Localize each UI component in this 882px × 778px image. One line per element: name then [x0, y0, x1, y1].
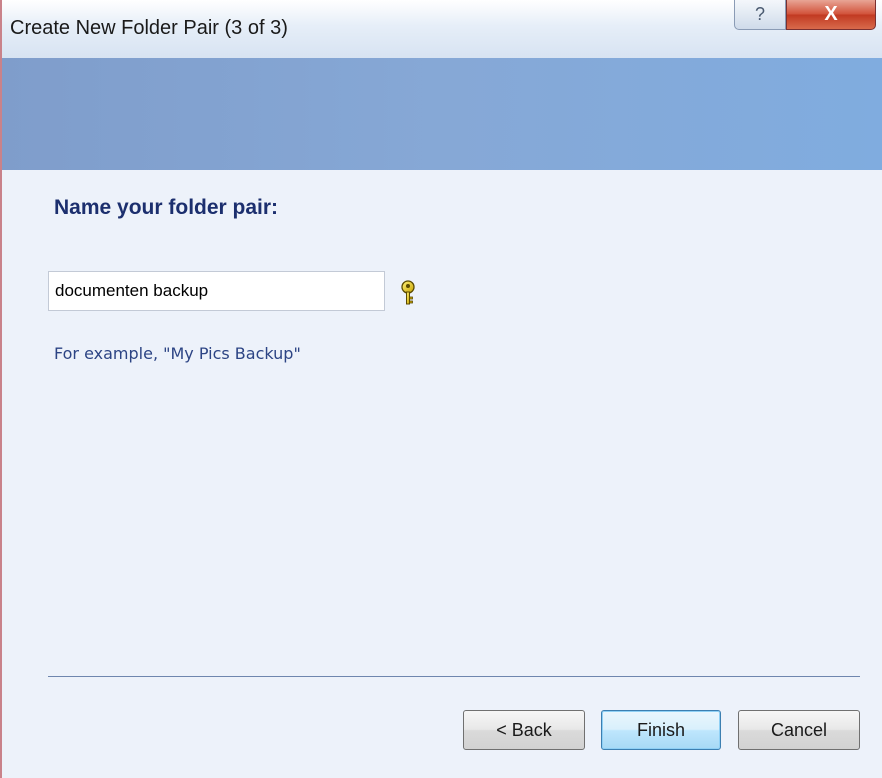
- window-title: Create New Folder Pair (3 of 3): [10, 17, 288, 39]
- dialog-window: Create New Folder Pair (3 of 3) ? X Name…: [0, 0, 882, 778]
- cancel-button[interactable]: Cancel: [738, 710, 860, 750]
- page-heading: Name your folder pair:: [54, 196, 279, 219]
- wizard-content: Name your folder pair: For example, "My …: [2, 170, 882, 778]
- help-button[interactable]: ?: [734, 0, 786, 30]
- folder-pair-name-input[interactable]: [48, 271, 385, 311]
- key-icon: [398, 280, 418, 306]
- close-button[interactable]: X: [786, 0, 876, 30]
- close-icon: X: [824, 3, 838, 25]
- footer-divider: [48, 676, 860, 677]
- caption-buttons: ? X: [734, 0, 876, 30]
- back-button[interactable]: < Back: [463, 710, 585, 750]
- finish-button[interactable]: Finish: [601, 710, 721, 750]
- example-hint-text: For example, "My Pics Backup": [54, 344, 301, 363]
- title-bar[interactable]: Create New Folder Pair (3 of 3) ? X: [2, 0, 882, 58]
- header-banner: [2, 58, 882, 170]
- help-icon: ?: [754, 4, 765, 24]
